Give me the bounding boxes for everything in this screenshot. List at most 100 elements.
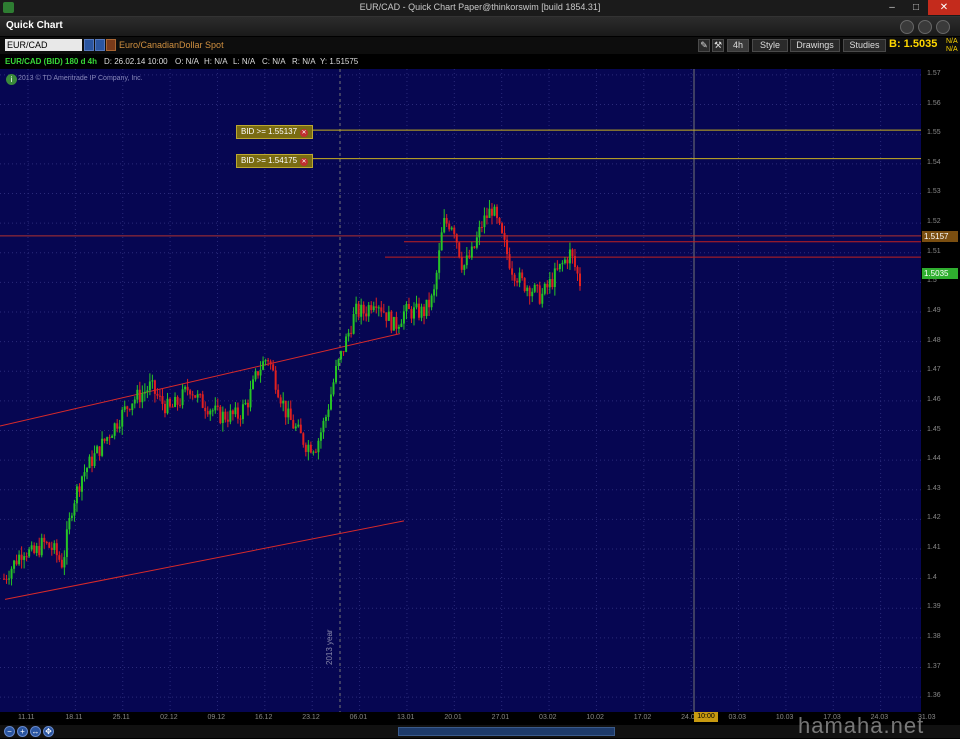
candle-body [106, 437, 109, 441]
candle-body [329, 394, 332, 410]
zoom-out-icon[interactable]: − [4, 726, 15, 737]
candle-body [377, 307, 380, 309]
copyright-text: 2013 © TD Ameritrade IP Company, Inc. [18, 75, 143, 82]
candle-body [163, 403, 166, 414]
chart-id: EUR/CAD (BID) 180 d 4h [5, 57, 98, 66]
candle-body [478, 227, 481, 238]
price-alert-1[interactable]: BID >= 1.55137 ✕ [236, 125, 314, 139]
style-button[interactable]: Style [752, 39, 788, 52]
candle-body [151, 380, 154, 382]
price-axis-label: 1.38 [927, 632, 941, 640]
symbol-dropdown-button[interactable] [84, 39, 94, 51]
candle-body [418, 303, 421, 318]
price-axis-label: 1.52 [927, 218, 941, 226]
candle-body [415, 303, 418, 308]
candle-body [63, 557, 66, 568]
candle-body [513, 274, 516, 281]
time-axis-label: 25.11 [112, 714, 130, 721]
symbol-options-button[interactable] [106, 39, 116, 51]
minimize-button[interactable]: – [880, 0, 904, 15]
symbol-link-button[interactable] [95, 39, 105, 51]
candle-body [33, 545, 36, 554]
maximize-button[interactable]: □ [904, 0, 928, 15]
candle-body [324, 416, 327, 421]
candle-body [571, 249, 574, 257]
candle-body [28, 549, 31, 557]
candle-body [156, 393, 159, 396]
candle-body [126, 406, 129, 409]
zoom-fit-icon[interactable]: ↔ [30, 726, 41, 737]
symbol-input[interactable]: EUR/CAD [5, 39, 82, 51]
last-na: N/A [946, 46, 958, 53]
chart-plot-area[interactable] [0, 69, 929, 712]
candle-body [136, 389, 139, 400]
studies-button[interactable]: Studies [843, 39, 886, 52]
info-icon[interactable]: i [6, 74, 17, 85]
window-titlebar: EUR/CAD - Quick Chart Paper@thinkorswim … [0, 0, 960, 17]
candle-body [78, 486, 81, 492]
candle-body [206, 411, 209, 415]
time-axis-label: 20.01 [444, 714, 462, 721]
candle-body [503, 232, 506, 240]
candle-body [430, 295, 433, 308]
price-alert-2[interactable]: BID >= 1.54175 ✕ [236, 154, 314, 168]
candle-body [146, 390, 149, 392]
candle-body [362, 304, 365, 314]
candle-body [15, 560, 18, 565]
candle-body [8, 578, 11, 580]
candle-body [267, 360, 270, 362]
gear-icon[interactable] [900, 20, 914, 34]
candle-body [214, 405, 217, 411]
candle-body [274, 370, 277, 390]
wrench-icon[interactable]: ⚒ [712, 39, 724, 52]
drawings-button[interactable]: Drawings [790, 39, 840, 52]
drawings-label: Drawings [796, 40, 834, 50]
candle-body [65, 529, 68, 558]
candle-body [128, 408, 131, 411]
info-high: H: N/A [204, 57, 228, 66]
price-chart[interactable] [0, 69, 929, 712]
pin-icon[interactable] [936, 20, 950, 34]
candle-body [365, 313, 368, 317]
drawing-tools-icon[interactable]: ✎ [698, 39, 710, 52]
candle-body [546, 283, 549, 288]
candle-body [566, 259, 569, 264]
candle-body [448, 223, 451, 230]
candle-body [45, 541, 48, 543]
close-button[interactable]: ✕ [928, 0, 960, 15]
candle-body [370, 305, 373, 311]
candle-body [528, 287, 531, 297]
candle-body [246, 402, 249, 408]
candle-body [179, 404, 182, 406]
candle-body [397, 326, 400, 329]
alert-2-delete-icon[interactable]: ✕ [300, 158, 309, 166]
candle-body [189, 390, 192, 395]
candle-body [216, 405, 219, 407]
candle-body [101, 438, 104, 456]
link-icon[interactable] [918, 20, 932, 34]
candle-body [400, 323, 403, 327]
zoom-in-icon[interactable]: + [17, 726, 28, 737]
candle-body [161, 396, 164, 404]
candle-body [380, 307, 383, 312]
candle-body [460, 256, 463, 270]
candle-body [352, 313, 355, 334]
candle-body [277, 389, 280, 398]
alert-1-delete-icon[interactable]: ✕ [300, 129, 309, 137]
candle-body [221, 411, 224, 424]
candle-body [332, 382, 335, 395]
candle-body [543, 283, 546, 294]
chart-scrollbar[interactable] [398, 727, 615, 736]
pan-icon[interactable]: ✥ [43, 726, 54, 737]
time-axis-label: 03.02 [539, 714, 557, 721]
candle-body [392, 316, 395, 331]
candle-body [53, 543, 56, 550]
candle-body [307, 444, 310, 452]
candle-body [201, 394, 204, 408]
candle-body [563, 259, 566, 264]
candle-body [367, 305, 370, 317]
aggregation-button[interactable]: 4h [727, 39, 749, 52]
price-axis-label: 1.51 [927, 247, 941, 255]
candle-body [93, 453, 96, 467]
candle-body [302, 433, 305, 445]
